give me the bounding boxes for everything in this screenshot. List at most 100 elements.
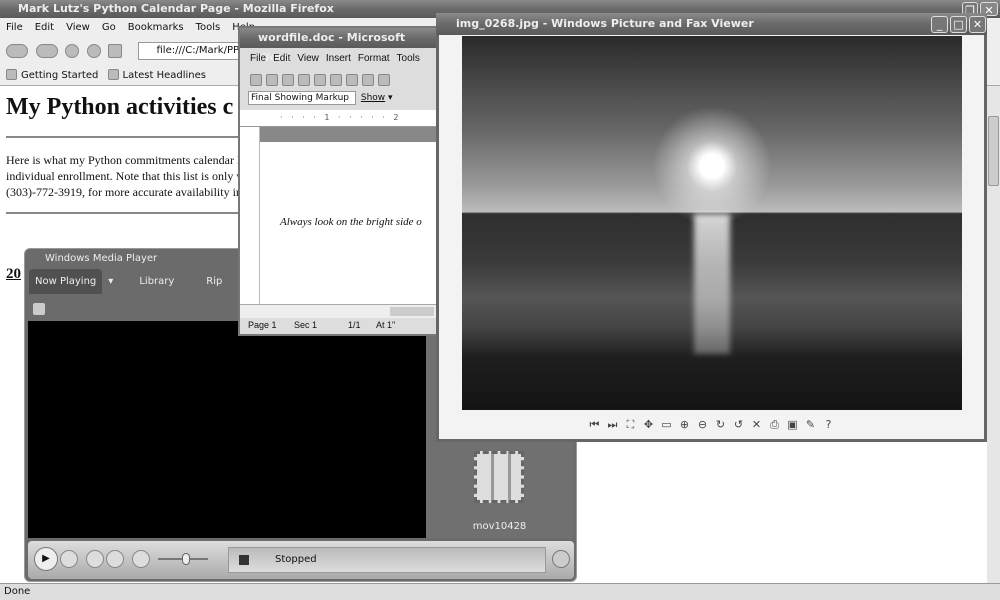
actual-size-icon[interactable]: ✥ [640, 415, 658, 435]
forward-icon[interactable] [35, 44, 58, 58]
minimize-button[interactable]: _ [931, 16, 948, 33]
slideshow-icon[interactable]: ▭ [658, 415, 676, 435]
back-icon[interactable] [6, 44, 28, 58]
help-icon[interactable]: ? [820, 415, 838, 435]
stop-icon[interactable] [86, 44, 101, 58]
menu-insert[interactable]: Insert [326, 53, 351, 64]
menu-format[interactable]: Format [358, 53, 390, 64]
document-page[interactable]: Always look on the bright side o [260, 142, 436, 304]
status-bar: Done [0, 583, 1000, 600]
section-indicator: Sec 1 [294, 320, 318, 330]
sun [652, 106, 772, 226]
vertical-scrollbar[interactable] [987, 86, 1000, 583]
word-status-bar: Page 1 Sec 1 1/1 At 1" [240, 318, 436, 334]
photo [462, 36, 962, 410]
volume-knob[interactable] [181, 553, 190, 565]
switch-to-skin-button[interactable] [552, 550, 570, 568]
word-window: wordfile.doc - Microsoft Word File Edit Vi… [238, 26, 438, 336]
stop-button[interactable] [60, 550, 78, 568]
reviewing-toolbar: Final Showing Markup Show ▾ [240, 90, 436, 108]
ruler-mark: 1 [324, 113, 333, 122]
menu-edit[interactable]: Edit [273, 53, 290, 64]
new-icon[interactable] [250, 74, 262, 86]
delete-icon[interactable]: ✕ [748, 415, 766, 435]
menu-bookmarks[interactable]: Bookmarks [128, 22, 184, 33]
print-preview-icon[interactable] [330, 74, 342, 86]
edit-icon[interactable]: ✎ [802, 415, 820, 435]
permission-icon[interactable] [298, 74, 310, 86]
menu-tools[interactable]: Tools [196, 22, 221, 33]
menu-view[interactable]: View [297, 53, 319, 64]
menu-edit[interactable]: Edit [35, 22, 54, 33]
film-icon [474, 451, 524, 503]
window-title: Mark Lutz's Python Calendar Page - Mozil… [18, 2, 334, 15]
tab-library[interactable]: Library [123, 269, 190, 294]
bookmark-getting-started[interactable]: Getting Started [6, 69, 98, 81]
view-buttons[interactable] [240, 304, 436, 318]
paste-icon[interactable] [362, 74, 374, 86]
word-titlebar: wordfile.doc - Microsoft Word [240, 28, 436, 64]
bookmark-latest-headlines[interactable]: Latest Headlines [107, 69, 206, 81]
menu-go[interactable]: Go [102, 22, 116, 33]
page-indicator: Page 1 [248, 320, 277, 330]
page-gap [240, 127, 436, 142]
now-playing-menu-icon[interactable]: ▾ [108, 276, 113, 287]
viewer-titlebar: img_0268.jpg - Windows Picture and Fax V… [436, 13, 987, 35]
tab-rip[interactable]: Rip [190, 269, 238, 294]
reload-icon[interactable] [65, 44, 79, 58]
zoom-out-icon[interactable]: ⊖ [694, 415, 712, 435]
firefox-icon [6, 69, 17, 80]
window-title: img_0268.jpg - Windows Picture and Fax V… [456, 17, 754, 30]
rotate-counterclockwise-icon[interactable]: ↺ [730, 415, 748, 435]
quick-access-icon[interactable] [33, 303, 45, 315]
page-count: 1/1 [348, 320, 361, 330]
save-icon[interactable] [282, 74, 294, 86]
zoom-in-icon[interactable]: ⊕ [676, 415, 694, 435]
position-indicator: At 1" [376, 320, 396, 330]
play-button[interactable]: ▶ [34, 547, 58, 571]
menu-view[interactable]: View [66, 22, 90, 33]
stop-indicator-icon [239, 555, 249, 565]
menu-file[interactable]: File [250, 53, 266, 64]
undo-icon[interactable] [378, 74, 390, 86]
close-button[interactable]: ✕ [969, 16, 986, 33]
video-area[interactable] [28, 321, 426, 538]
print-icon[interactable]: ⎙ [766, 415, 784, 435]
menu-tools[interactable]: Tools [397, 53, 420, 64]
tab-now-playing[interactable]: Now Playing [29, 269, 103, 294]
show-menu[interactable]: Show [361, 93, 385, 103]
previous-icon[interactable]: ⏮ [586, 415, 604, 435]
section-heading: 20 [6, 266, 21, 282]
volume-slider[interactable] [158, 553, 208, 565]
document-text: Always look on the bright side o [280, 216, 422, 228]
copy-icon[interactable] [346, 74, 358, 86]
media-item-title[interactable]: mov10428 [426, 521, 573, 532]
markup-select[interactable]: Final Showing Markup [248, 91, 356, 105]
save-icon[interactable]: ▣ [784, 415, 802, 435]
rss-icon [107, 69, 119, 80]
transport-controls: ▶ Stopped [28, 541, 574, 579]
next-button[interactable] [106, 550, 124, 568]
ruler-mark: 2 [393, 113, 402, 122]
maximize-button[interactable]: □ [950, 16, 967, 33]
status-text: Done [4, 586, 31, 597]
word-menubar: File Edit View Insert Format Tools [240, 48, 436, 70]
previous-button[interactable] [86, 550, 104, 568]
status-panel: Stopped [228, 547, 546, 573]
home-icon[interactable] [108, 44, 122, 58]
next-icon[interactable]: ⏭ [604, 415, 622, 435]
window-title: Windows Media Player [45, 253, 158, 264]
open-icon[interactable] [266, 74, 278, 86]
playback-status: Stopped [275, 554, 317, 565]
best-fit-icon[interactable]: ⛶ [622, 415, 640, 435]
rotate-clockwise-icon[interactable]: ↻ [712, 415, 730, 435]
vertical-ruler [240, 127, 260, 304]
print-icon[interactable] [314, 74, 326, 86]
viewer-toolbar: ⏮ ⏭ ⛶ ✥ ▭ ⊕ ⊖ ↻ ↺ ✕ ⎙ ▣ ✎? [439, 415, 984, 435]
menu-file[interactable]: File [6, 22, 23, 33]
sun-reflection [694, 214, 730, 354]
ruler: · · · · 1 · · · · · 2 [240, 110, 436, 127]
wmp-titlebar: Windows Media Player [45, 253, 157, 264]
mute-button[interactable] [132, 550, 150, 568]
standard-toolbar [240, 70, 436, 90]
